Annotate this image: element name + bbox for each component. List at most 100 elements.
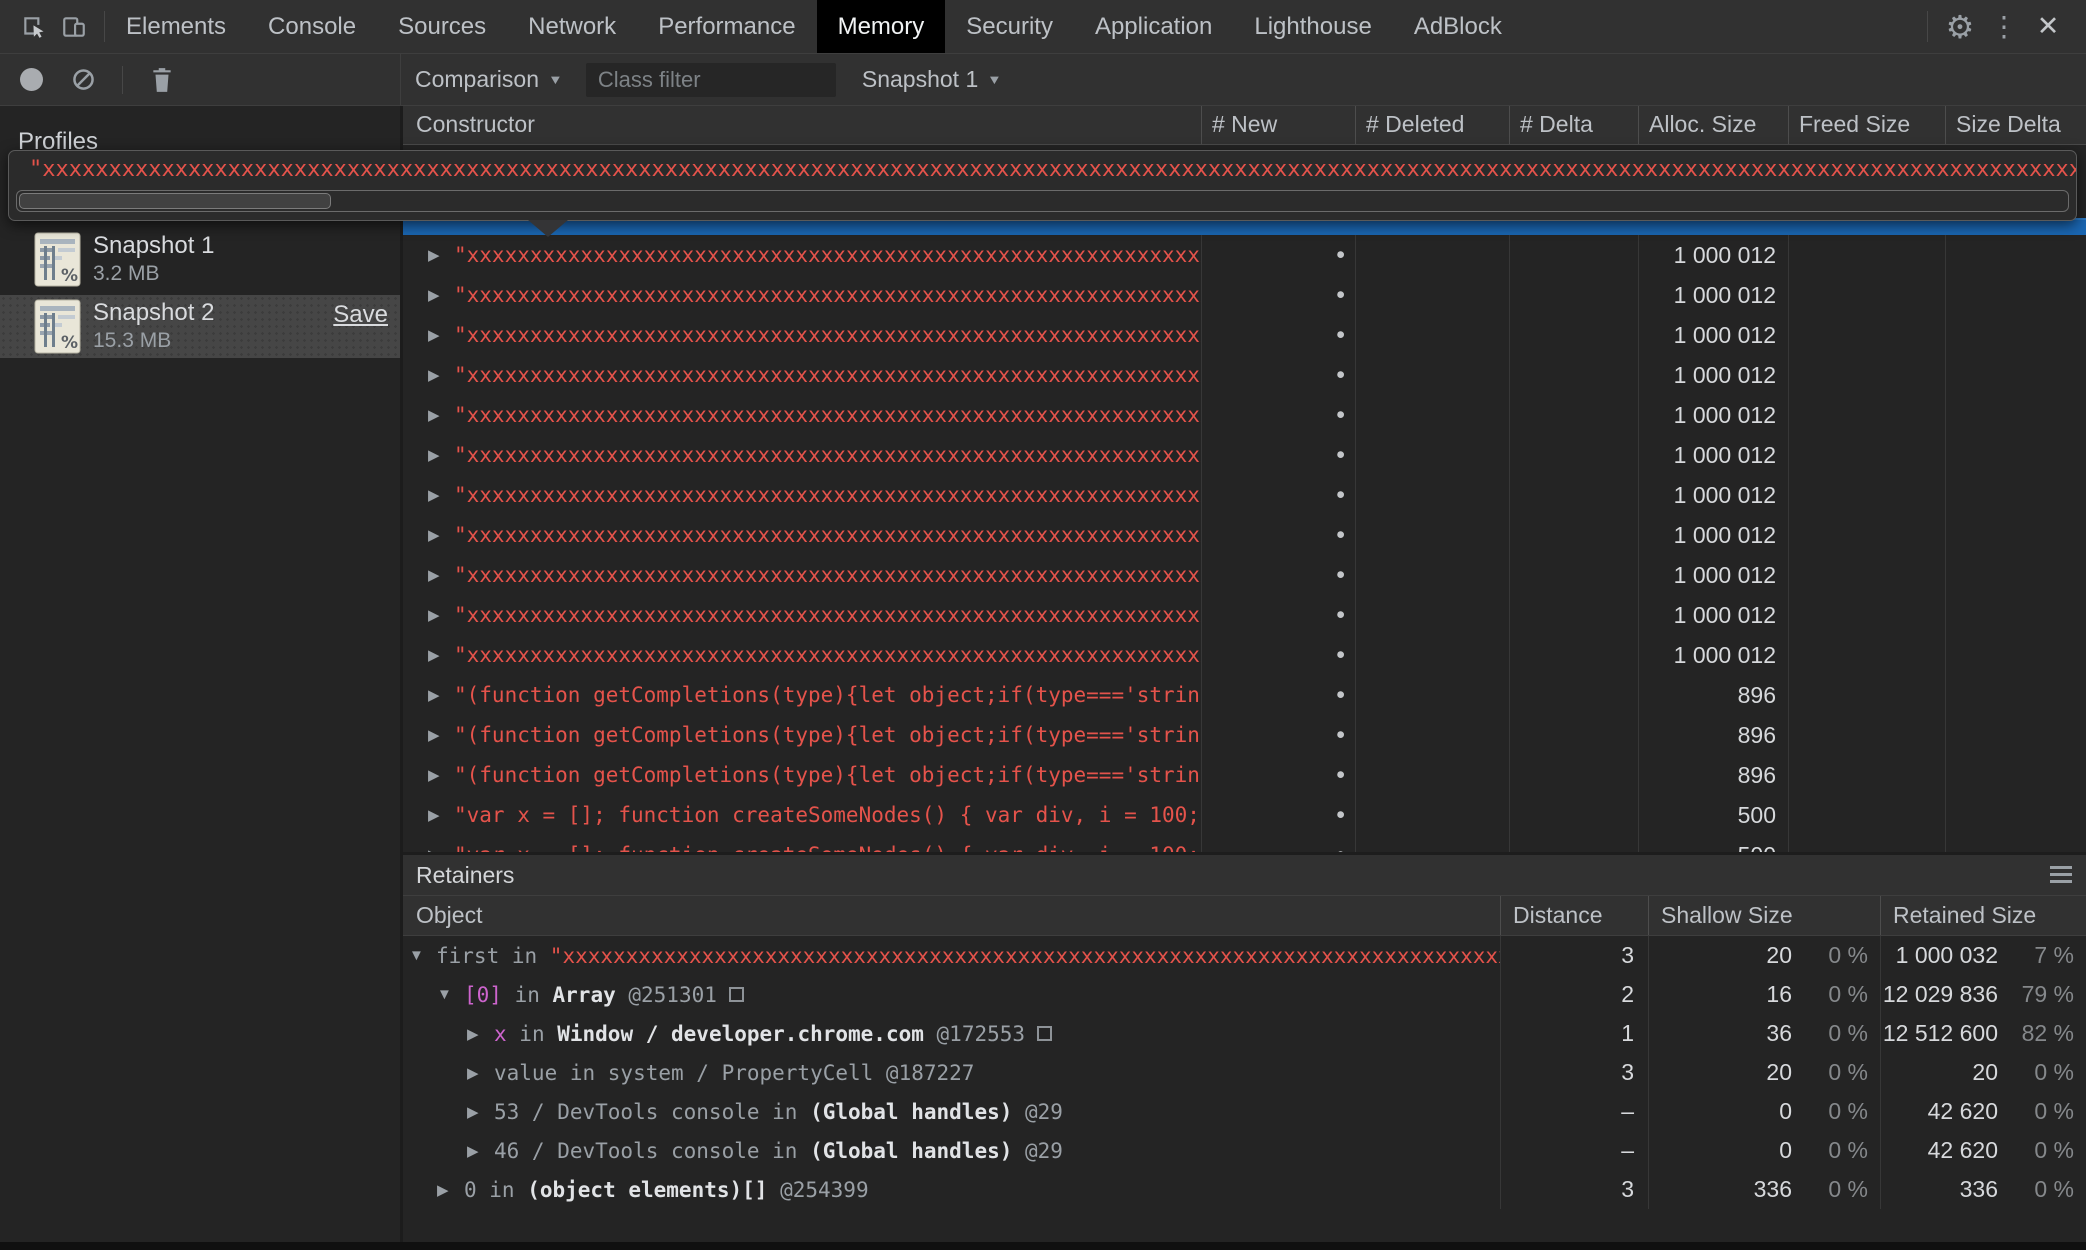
constructor-row[interactable]: ▶"xxxxxxxxxxxxxxxxxxxxxxxxxxxxxxxxxxxxxx… [403,515,2086,555]
tab-elements[interactable]: Elements [105,0,247,53]
column-header-new[interactable]: # New [1201,106,1355,144]
retainers-menu-icon[interactable] [2050,866,2072,887]
class-filter-input[interactable] [586,63,836,97]
constructor-row[interactable]: ▶"var x = []; function createSomeNodes()… [403,795,2086,835]
inspect-element-icon[interactable] [14,7,54,47]
constructor-cell: ▶"xxxxxxxxxxxxxxxxxxxxxxxxxxxxxxxxxxxxxx… [403,515,1201,555]
scrollbar-thumb[interactable] [19,193,331,209]
disclosure-triangle-icon[interactable]: ▶ [428,646,454,664]
column-header-constructor[interactable]: Constructor [403,106,1201,144]
constructor-row[interactable]: ▶"xxxxxxxxxxxxxxxxxxxxxxxxxxxxxxxxxxxxxx… [403,595,2086,635]
column-header-allocsize[interactable]: Alloc. Size [1638,106,1788,144]
reveal-object-icon[interactable] [729,987,744,1002]
retainer-row[interactable]: ▼[0] in Array @2513012160 %12 029 83679 … [403,975,2086,1014]
retainers-column-header-distance[interactable]: Distance [1500,896,1648,935]
disclosure-triangle-icon[interactable]: ▶ [428,606,454,624]
retainers-column-header-retained-size[interactable]: Retained Size [1880,896,2086,935]
retainer-row[interactable]: ▼first in "xxxxxxxxxxxxxxxxxxxxxxxxxxxxx… [403,936,2086,975]
sidebar-item-snapshot-1[interactable]: %Snapshot 13.2 MB [0,228,400,291]
constructor-row[interactable]: ▶"xxxxxxxxxxxxxxxxxxxxxxxxxxxxxxxxxxxxxx… [403,275,2086,315]
column-header-freedsize[interactable]: Freed Size [1788,106,1945,144]
disclosure-triangle-icon[interactable]: ▶ [428,366,454,384]
base-snapshot-select[interactable]: Snapshot 1 ▼ [862,66,1001,93]
constructor-row[interactable]: ▶"(function getCompletions(type){let obj… [403,715,2086,755]
tab-memory[interactable]: Memory [817,0,946,53]
disclosure-triangle-icon[interactable]: ▶ [467,1064,494,1082]
disclosure-triangle-icon[interactable]: ▶ [428,726,454,744]
reveal-object-icon[interactable] [1037,1026,1052,1041]
disclosure-triangle-icon[interactable]: ▶ [467,1142,494,1160]
retained-size-percent: 0 % [1998,1176,2074,1203]
constructor-row[interactable]: ▶"(function getCompletions(type){let obj… [403,755,2086,795]
tab-console[interactable]: Console [247,0,377,53]
delete-profile-trash-icon[interactable] [151,67,173,93]
disclosure-triangle-icon[interactable]: ▶ [467,1103,494,1121]
constructor-row[interactable]: ▶"xxxxxxxxxxxxxxxxxxxxxxxxxxxxxxxxxxxxxx… [403,235,2086,275]
more-options-kebab-icon[interactable]: ⋮ [1982,5,2026,49]
constructor-grid: ▶"xxxxxxxxxxxxxxxxxxxxxxxxxxxxxxxxxxxxxx… [403,145,2086,852]
disclosure-triangle-icon[interactable]: ▼ [409,947,436,964]
disclosure-triangle-icon[interactable]: ▶ [428,526,454,544]
close-devtools-icon[interactable]: ✕ [2026,5,2070,49]
retained-size-cell: 3360 % [1880,1170,2086,1209]
sidebar-item-snapshot-2[interactable]: %Snapshot 215.3 MBSave [0,295,400,358]
tab-sources[interactable]: Sources [377,0,507,53]
constructor-row[interactable]: ▶"(function getCompletions(type){let obj… [403,675,2086,715]
tab-performance[interactable]: Performance [637,0,816,53]
disclosure-triangle-icon[interactable]: ▶ [428,246,454,264]
tab-network[interactable]: Network [507,0,637,53]
tab-application[interactable]: Application [1074,0,1233,53]
retainer-row[interactable]: ▶value in system / PropertyCell @1872273… [403,1053,2086,1092]
disclosure-triangle-icon[interactable]: ▶ [428,406,454,424]
shallow-size-value: 0 [1649,1098,1792,1125]
constructor-row[interactable]: ▶"xxxxxxxxxxxxxxxxxxxxxxxxxxxxxxxxxxxxxx… [403,355,2086,395]
column-header-sizedelta[interactable]: Size Delta [1945,106,2086,144]
tab-lighthouse[interactable]: Lighthouse [1233,0,1392,53]
constructor-row[interactable]: ▶"xxxxxxxxxxxxxxxxxxxxxxxxxxxxxxxxxxxxxx… [403,435,2086,475]
constructor-cell: ▶"xxxxxxxxxxxxxxxxxxxxxxxxxxxxxxxxxxxxxx… [403,475,1201,515]
constructor-row[interactable]: ▶"xxxxxxxxxxxxxxxxxxxxxxxxxxxxxxxxxxxxxx… [403,635,2086,675]
retainer-row[interactable]: ▶x in Window / developer.chrome.com @172… [403,1014,2086,1053]
perspective-select[interactable]: Comparison ▼ [415,66,562,93]
disclosure-triangle-icon[interactable]: ▶ [428,806,454,824]
constructor-row[interactable]: ▶"xxxxxxxxxxxxxxxxxxxxxxxxxxxxxxxxxxxxxx… [403,395,2086,435]
retainer-row[interactable]: ▶46 / DevTools console in (Global handle… [403,1131,2086,1170]
column-header-deleted[interactable]: # Deleted [1355,106,1509,144]
constructor-cell: ▶"xxxxxxxxxxxxxxxxxxxxxxxxxxxxxxxxxxxxxx… [403,235,1201,275]
retainer-row[interactable]: ▶53 / DevTools console in (Global handle… [403,1092,2086,1131]
disclosure-triangle-icon[interactable]: ▶ [428,486,454,504]
constructor-row[interactable]: ▶"var x = []; function createSomeNodes()… [403,835,2086,852]
disclosure-triangle-icon[interactable]: ▶ [428,766,454,784]
settings-gear-icon[interactable]: ⚙ [1938,5,1982,49]
shallow-size-cell: 360 % [1648,1014,1880,1053]
clear-profiles-icon[interactable] [71,67,96,92]
constructor-string: "xxxxxxxxxxxxxxxxxxxxxxxxxxxxxxxxxxxxxxx… [454,563,1201,587]
record-heap-button[interactable] [20,68,43,91]
column-header-delta[interactable]: # Delta [1509,106,1638,144]
disclosure-triangle-icon[interactable]: ▶ [428,446,454,464]
disclosure-triangle-icon[interactable]: ▶ [428,686,454,704]
device-toolbar-icon[interactable] [54,7,94,47]
constructor-row[interactable]: ▶"xxxxxxxxxxxxxxxxxxxxxxxxxxxxxxxxxxxxxx… [403,555,2086,595]
new-count-cell: • [1201,235,1355,275]
tab-adblock[interactable]: AdBlock [1393,0,1523,53]
constructor-row[interactable]: ▶"xxxxxxxxxxxxxxxxxxxxxxxxxxxxxxxxxxxxxx… [403,475,2086,515]
freed-size-cell [1788,355,1945,395]
retainers-column-header-object[interactable]: Object [403,896,1500,935]
new-count-cell: • [1201,595,1355,635]
delta-count-cell [1509,315,1638,355]
constructor-string: "xxxxxxxxxxxxxxxxxxxxxxxxxxxxxxxxxxxxxxx… [454,603,1201,627]
string-preview-scrollbar[interactable] [16,190,2069,212]
constructor-row[interactable]: ▶"xxxxxxxxxxxxxxxxxxxxxxxxxxxxxxxxxxxxxx… [403,315,2086,355]
retainers-column-header-shallow-size[interactable]: Shallow Size [1648,896,1880,935]
disclosure-triangle-icon[interactable]: ▶ [428,326,454,344]
disclosure-triangle-icon[interactable]: ▶ [437,1181,464,1199]
save-snapshot-link[interactable]: Save [333,301,388,329]
disclosure-triangle-icon[interactable]: ▶ [428,286,454,304]
retainer-row[interactable]: ▶0 in (object elements)[] @25439933360 %… [403,1170,2086,1209]
tab-security[interactable]: Security [945,0,1074,53]
disclosure-triangle-icon[interactable]: ▶ [467,1025,494,1043]
disclosure-triangle-icon[interactable]: ▼ [437,986,464,1003]
disclosure-triangle-icon[interactable]: ▶ [428,566,454,584]
shallow-size-value: 20 [1649,942,1792,969]
